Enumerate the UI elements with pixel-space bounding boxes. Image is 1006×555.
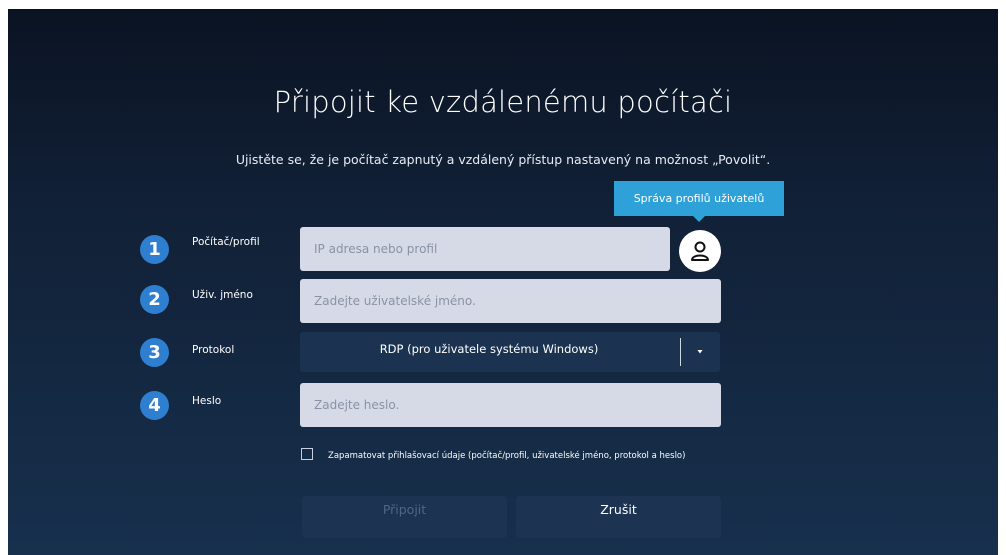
step-4-badge: 4 xyxy=(140,391,169,420)
step-1-badge: 1 xyxy=(140,235,169,264)
step-1-label: Počítač/profil xyxy=(192,236,260,248)
remote-access-screen: Připojit ke vzdálenému počítači Ujistěte… xyxy=(8,9,998,555)
cancel-button[interactable]: Zrušit xyxy=(516,496,721,538)
password-input[interactable]: Zadejte heslo. xyxy=(300,383,721,427)
username-input[interactable]: Zadejte uživatelské jméno. xyxy=(300,279,721,323)
step-2-label: Uživ. jméno xyxy=(192,289,253,301)
computer-profile-input[interactable]: IP adresa nebo profil xyxy=(300,227,670,271)
remember-checkbox[interactable] xyxy=(301,448,313,460)
connect-button[interactable]: Připojit xyxy=(302,496,507,538)
user-profile-icon xyxy=(691,241,709,261)
protocol-select[interactable]: RDP (pro uživatele systému Windows) xyxy=(300,332,720,372)
step-3-badge: 3 xyxy=(140,338,169,367)
page-subtitle: Ujistěte se, že je počítač zapnutý a vzd… xyxy=(235,152,771,167)
step-2-badge: 2 xyxy=(140,285,169,314)
chevron-down-icon[interactable] xyxy=(688,346,712,358)
select-divider xyxy=(680,338,681,366)
remember-label: Zapamatovat přihlašovací údaje (počítač/… xyxy=(328,451,686,461)
step-3-label: Protokol xyxy=(192,344,235,356)
manage-profiles-button[interactable] xyxy=(679,230,721,272)
page-title: Připojit ke vzdálenému počítači xyxy=(273,85,733,119)
manage-profiles-tooltip: Správa profilů uživatelů xyxy=(614,181,784,222)
step-4-label: Heslo xyxy=(192,395,222,407)
protocol-selected-value: RDP (pro uživatele systému Windows) xyxy=(379,342,599,356)
